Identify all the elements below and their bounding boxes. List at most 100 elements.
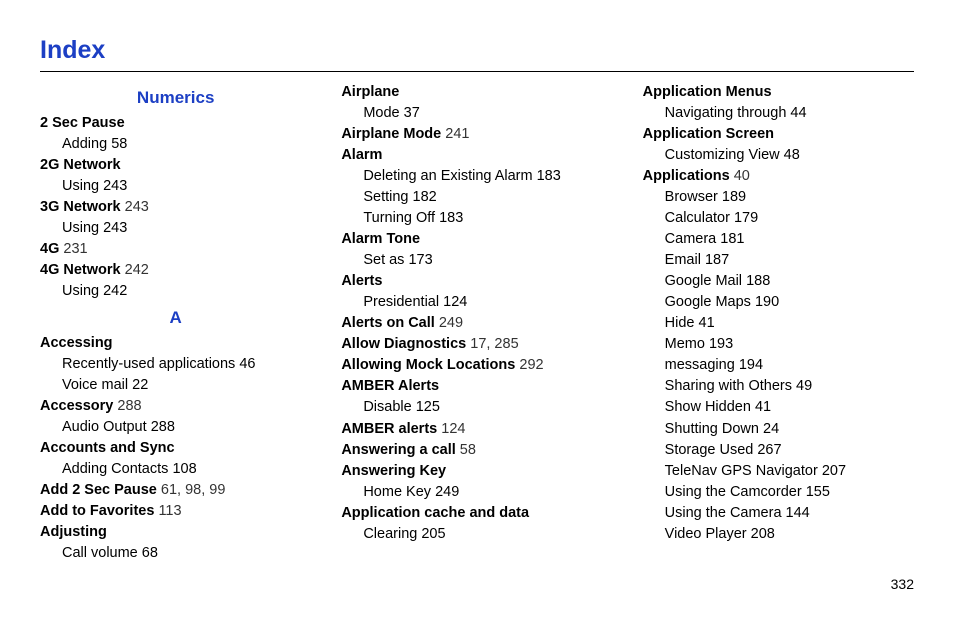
- index-subentries: Home Key 249: [341, 482, 612, 503]
- index-subentry-page: 267: [757, 442, 781, 458]
- index-entry-term: Add 2 Sec Pause 61, 98, 99: [40, 480, 311, 501]
- index-subentries: Disable 125: [341, 397, 612, 418]
- index-subentry: Browser 189: [665, 187, 914, 208]
- index-subentry-page: 207: [822, 463, 846, 479]
- index-entry: AlarmDeleting an Existing Alarm 183Setti…: [341, 145, 612, 229]
- index-subentries: Browser 189Calculator 179Camera 181Email…: [643, 187, 914, 544]
- page-title: Index: [40, 32, 914, 72]
- index-subentry-page: 208: [751, 526, 775, 542]
- index-entry-page: 40: [734, 168, 750, 184]
- index-subentry: Camera 181: [665, 229, 914, 250]
- index-subentry: Using 243: [62, 176, 311, 197]
- index-subentry: Google Maps 190: [665, 292, 914, 313]
- index-entry-term: AMBER alerts 124: [341, 419, 612, 440]
- index-subentry-page: 249: [435, 484, 459, 500]
- index-subentries: Call volume 68: [40, 543, 311, 564]
- index-subentries: Customizing View 48: [643, 145, 914, 166]
- index-entry-term: Accessing: [40, 333, 311, 354]
- index-entry-page: 58: [460, 442, 476, 458]
- index-subentry-page: 188: [746, 273, 770, 289]
- index-subentries: Recently-used applications 46Voice mail …: [40, 354, 311, 396]
- index-entry: Allow Diagnostics 17, 285: [341, 334, 612, 355]
- index-entry-page: 124: [441, 421, 465, 437]
- index-entry-term: Alarm Tone: [341, 229, 612, 250]
- index-subentry-page: 24: [763, 421, 779, 437]
- index-entry-term: Alarm: [341, 145, 612, 166]
- index-entry-term: Add to Favorites 113: [40, 501, 311, 522]
- index-columns: Numerics2 Sec PauseAdding 582G NetworkUs…: [40, 82, 914, 564]
- index-subentry-page: 190: [755, 294, 779, 310]
- index-entry: Accessory 288Audio Output 288: [40, 396, 311, 438]
- index-subentry-page: 173: [408, 252, 432, 268]
- index-subentry: Calculator 179: [665, 208, 914, 229]
- index-subentries: Audio Output 288: [40, 417, 311, 438]
- index-entry-page: 241: [445, 126, 469, 142]
- index-entry-term: 3G Network 243: [40, 197, 311, 218]
- index-entry-term: 2 Sec Pause: [40, 113, 311, 134]
- index-subentry: Hide 41: [665, 313, 914, 334]
- index-subentry-page: 205: [421, 526, 445, 542]
- index-subentries: Navigating through 44: [643, 103, 914, 124]
- index-entry-term: Accessory 288: [40, 396, 311, 417]
- index-entry: Alerts on Call 249: [341, 313, 612, 334]
- index-entry-term: Allow Diagnostics 17, 285: [341, 334, 612, 355]
- index-subentries: Adding Contacts 108: [40, 459, 311, 480]
- index-subentry: Adding Contacts 108: [62, 459, 311, 480]
- section-heading: A: [40, 306, 311, 331]
- index-subentry-page: 193: [709, 336, 733, 352]
- index-entry: Answering a call 58: [341, 440, 612, 461]
- index-subentry: Adding 58: [62, 134, 311, 155]
- index-subentries: Mode 37: [341, 103, 612, 124]
- index-subentries: Using 242: [40, 281, 311, 302]
- index-subentry: Audio Output 288: [62, 417, 311, 438]
- index-entry: AMBER alerts 124: [341, 419, 612, 440]
- index-entry-term: AMBER Alerts: [341, 376, 612, 397]
- index-subentry-page: 155: [806, 484, 830, 500]
- index-entry: Add 2 Sec Pause 61, 98, 99: [40, 480, 311, 501]
- index-entry-page: 113: [158, 503, 181, 519]
- index-subentry-page: 49: [796, 378, 812, 394]
- index-entry-term: Application Menus: [643, 82, 914, 103]
- index-subentry: Turning Off 183: [363, 208, 612, 229]
- index-entry: Application ScreenCustomizing View 48: [643, 124, 914, 166]
- index-entry-page: 243: [125, 199, 149, 215]
- index-subentry: Home Key 249: [363, 482, 612, 503]
- index-subentries: Presidential 124: [341, 292, 612, 313]
- index-subentry-page: 44: [790, 105, 806, 121]
- index-entry-term: Allowing Mock Locations 292: [341, 355, 612, 376]
- index-subentry: Disable 125: [363, 397, 612, 418]
- index-subentries: Using 243: [40, 218, 311, 239]
- index-entry-term: Adjusting: [40, 522, 311, 543]
- index-subentry-page: 108: [172, 461, 196, 477]
- index-subentry-page: 41: [699, 315, 715, 331]
- index-subentry: messaging 194: [665, 355, 914, 376]
- index-subentry-page: 181: [720, 231, 744, 247]
- index-entry: Accounts and SyncAdding Contacts 108: [40, 438, 311, 480]
- index-subentry: Show Hidden 41: [665, 397, 914, 418]
- index-subentry: Voice mail 22: [62, 375, 311, 396]
- index-entry: Application cache and dataClearing 205: [341, 503, 612, 545]
- index-subentry: Clearing 205: [363, 524, 612, 545]
- index-subentry: Sharing with Others 49: [665, 376, 914, 397]
- index-subentry-page: 22: [132, 377, 148, 393]
- index-entry: AccessingRecently-used applications 46Vo…: [40, 333, 311, 396]
- index-entry-term: Applications 40: [643, 166, 914, 187]
- index-entry: AlertsPresidential 124: [341, 271, 612, 313]
- index-entry: AirplaneMode 37: [341, 82, 612, 124]
- index-column: AirplaneMode 37Airplane Mode 241AlarmDel…: [341, 82, 612, 564]
- index-column: Numerics2 Sec PauseAdding 582G NetworkUs…: [40, 82, 311, 564]
- index-entry-term: Alerts on Call 249: [341, 313, 612, 334]
- index-subentry: Using the Camcorder 155: [665, 482, 914, 503]
- index-subentry-page: 182: [413, 189, 437, 205]
- index-subentry: Navigating through 44: [665, 103, 914, 124]
- index-entry: 4G Network 242Using 242: [40, 260, 311, 302]
- index-subentry: Using the Camera 144: [665, 503, 914, 524]
- index-subentry-page: 183: [439, 210, 463, 226]
- index-subentry-page: 183: [537, 168, 561, 184]
- index-entry-page: 292: [519, 357, 543, 373]
- index-subentries: Deleting an Existing Alarm 183Setting 18…: [341, 166, 612, 229]
- index-entry: Applications 40Browser 189Calculator 179…: [643, 166, 914, 544]
- index-subentry-page: 194: [739, 357, 763, 373]
- index-subentry-page: 189: [722, 189, 746, 205]
- index-subentries: Clearing 205: [341, 524, 612, 545]
